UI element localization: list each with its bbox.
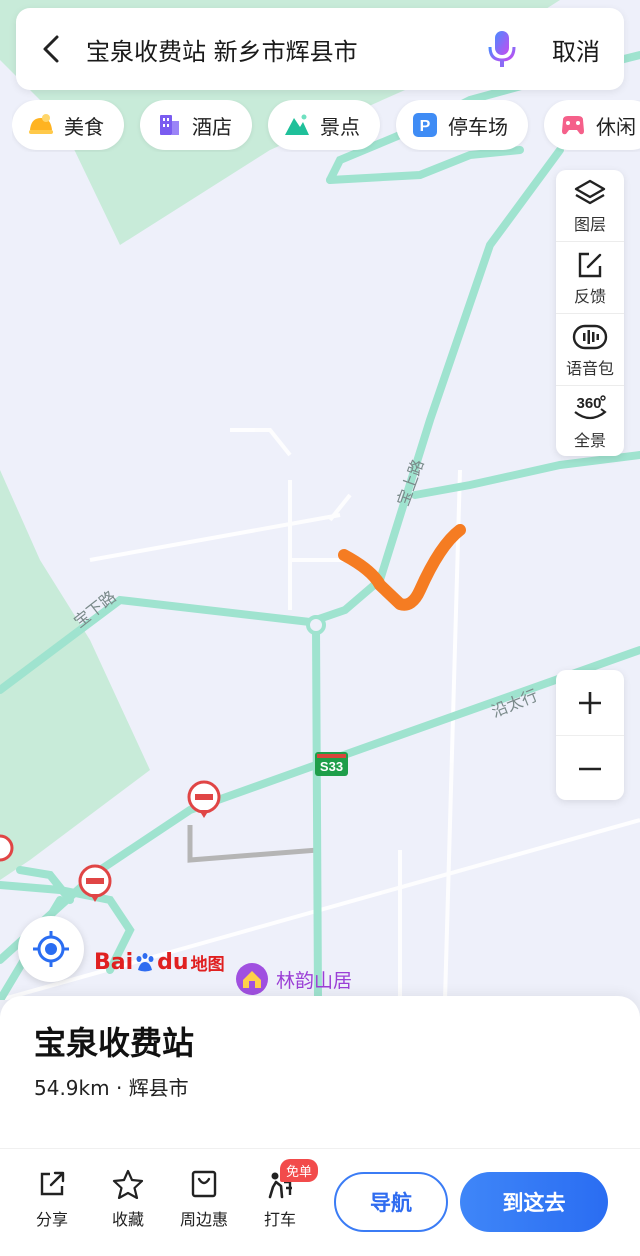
crosshair-icon (33, 931, 69, 967)
action-bar: 分享 收藏 周边惠 打车 免单 导航 到这去 (0, 1156, 640, 1252)
search-input[interactable]: 宝泉收费站 新乡市辉县市 (86, 32, 476, 67)
chip-scenic[interactable]: 景点 (268, 100, 380, 150)
tool-label: 图层 (573, 214, 606, 234)
svg-text:P: P (420, 118, 431, 135)
chip-label: 美食 (64, 114, 104, 139)
place-meta: 54.9km · 辉县市 (34, 1072, 189, 1101)
star-icon (112, 1166, 144, 1202)
share-icon (37, 1166, 67, 1202)
zoom-out-button[interactable] (556, 736, 624, 801)
poi-linyunshanju[interactable]: 林韵山居 (234, 962, 352, 996)
voice-search-button[interactable] (476, 8, 528, 90)
place-city: 辉县市 (128, 1076, 189, 1100)
search-bar: 宝泉收费站 新乡市辉县市 取消 (16, 8, 624, 90)
side-road (187, 825, 319, 863)
zoom-in-button[interactable] (556, 670, 624, 736)
favorite-label: 收藏 (111, 1210, 144, 1229)
tool-label: 反馈 (573, 286, 606, 306)
nearby-deals-label: 周边惠 (179, 1210, 228, 1229)
go-here-button[interactable]: 到这去 (460, 1172, 608, 1232)
microphone-icon (488, 31, 516, 67)
parking-icon: P (412, 112, 438, 138)
meta-separator: · (109, 1076, 129, 1100)
hotel-icon (156, 112, 182, 138)
place-title: 宝泉收费站 (34, 1024, 195, 1062)
navigate-button[interactable]: 导航 (334, 1172, 448, 1232)
minus-icon (579, 767, 601, 770)
chip-leisure[interactable]: 休闲 (544, 100, 640, 150)
tool-label: 语音包 (565, 358, 614, 378)
layers-button[interactable]: 图层 (556, 170, 624, 242)
chip-label: 景点 (320, 114, 360, 139)
panorama-button[interactable]: 360 全景 (556, 386, 624, 457)
feedback-button[interactable]: 反馈 (556, 242, 624, 314)
locate-me-button[interactable] (18, 916, 84, 982)
poi-label: 林韵山居 (276, 969, 353, 992)
back-button[interactable] (16, 8, 86, 90)
chip-food[interactable]: 美食 (12, 100, 124, 150)
zoom-controls (556, 670, 624, 800)
nearby-deals-button[interactable]: 周边惠 (172, 1166, 236, 1230)
taxi-label: 打车 (263, 1210, 296, 1229)
layers-icon (574, 177, 606, 209)
chevron-left-icon (43, 35, 59, 63)
leisure-icon (560, 112, 586, 138)
chip-hotel[interactable]: 酒店 (140, 100, 252, 150)
voice-pack-icon (572, 321, 608, 353)
svg-text:360: 360 (576, 395, 601, 412)
place-distance: 54.9km (34, 1076, 110, 1100)
chip-label: 酒店 (192, 114, 232, 139)
share-label: 分享 (35, 1210, 68, 1229)
chip-parking[interactable]: P 停车场 (396, 100, 528, 150)
favorite-button[interactable]: 收藏 (96, 1166, 160, 1230)
place-info-card: 宝泉收费站 54.9km · 辉县市 分享 收藏 周边惠 打车 免单 导航 到这… (0, 996, 640, 1256)
cancel-button[interactable]: 取消 (528, 32, 624, 67)
food-icon (28, 112, 54, 138)
scenic-icon (284, 112, 310, 138)
baidu-map-logo: Bai du 地图 (94, 950, 225, 975)
map-tools-panel: 图层 反馈 语音包 360 全景 (556, 170, 624, 456)
voice-pack-button[interactable]: 语音包 (556, 314, 624, 386)
highway-shield-s33: S33 (315, 752, 348, 776)
chip-label: 休闲 (596, 114, 636, 139)
tool-label: 全景 (573, 430, 606, 450)
panorama-360-icon: 360 (572, 393, 608, 425)
share-button[interactable]: 分享 (20, 1166, 84, 1230)
house-pin-icon (236, 963, 268, 995)
free-badge: 免单 (280, 1159, 319, 1182)
plus-icon (579, 691, 601, 714)
svg-text:S33: S33 (320, 759, 343, 774)
road-vertical (312, 624, 322, 1000)
baidu-paw-icon (136, 952, 154, 971)
divider (0, 1148, 640, 1149)
coupon-icon (189, 1166, 219, 1202)
feedback-icon (575, 249, 605, 281)
chip-label: 停车场 (448, 114, 508, 139)
no-entry-marker (0, 834, 14, 862)
category-chips: 美食 酒店 景点 P 停车场 休闲 (12, 100, 640, 152)
